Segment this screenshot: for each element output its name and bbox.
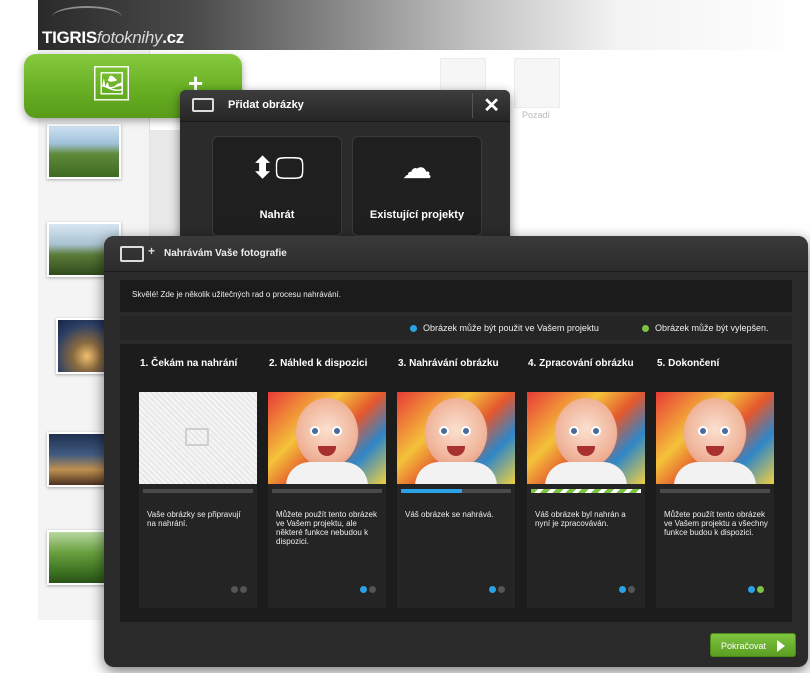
legend-label: Obrázek může být vylepšen. [655, 323, 769, 333]
tips-text: Skvělé! Zde je několik užitečných rad o … [132, 290, 342, 299]
step-text: Můžete použít tento obrázek ve Vašem pro… [664, 510, 768, 537]
step-text: Vaše obrázky se připravují na nahrání. [147, 510, 241, 528]
add-photos-dialog: Přidat obrázky ✕ ⬍🖵 Nahrát ☁ Existující … [180, 90, 510, 250]
image-icon [185, 428, 209, 446]
toolbar-ghost-item [514, 58, 560, 108]
legend-bar: Obrázek může být použit ve Vašem projekt… [120, 316, 792, 340]
plus-icon: + [148, 244, 156, 258]
brand-logo[interactable]: TIGRISfotoknihy.cz [42, 28, 184, 48]
logo-bold: TIGRIS [42, 28, 97, 47]
photos-icon: 🖼 [90, 65, 134, 103]
baby-photo [527, 392, 645, 484]
legend-item-enhanced: Obrázek může být vylepšen. [642, 323, 769, 333]
dialog-title: Přidat obrázky [228, 99, 304, 111]
step-text: Váš obrázek byl nahrán a nyní je zpracov… [535, 510, 626, 528]
play-arrow-icon [777, 640, 785, 652]
status-dot [757, 586, 764, 593]
green-dot-icon [642, 325, 649, 332]
status-dots [746, 580, 764, 598]
dialog-header: Přidat obrázky ✕ [180, 90, 510, 122]
baby-photo [268, 392, 386, 484]
existing-projects-label: Existující projekty [369, 209, 465, 221]
baby-photo [397, 392, 515, 484]
close-button[interactable]: ✕ [472, 93, 500, 118]
status-dot [748, 586, 755, 593]
progress-bar [272, 489, 382, 493]
progress-bar [531, 489, 641, 493]
progress-bar [660, 489, 770, 493]
status-dots [487, 580, 505, 598]
step-card: Můžete použít tento obrázek ve Vašem pro… [268, 392, 386, 608]
cloud-download-icon: ☁ [402, 152, 432, 185]
status-dots [617, 580, 635, 598]
upload-dialog: + Nahrávám Vaše fotografie Skvělé! Zde j… [104, 236, 808, 667]
legend-item-usable: Obrázek může být použit ve Vašem projekt… [410, 323, 599, 333]
step-card: Můžete použít tento obrázek ve Vašem pro… [656, 392, 774, 608]
status-dot [489, 586, 496, 593]
baby-photo [656, 392, 774, 484]
status-dots [358, 580, 376, 598]
tips-box: Skvělé! Zde je několik užitečných rad o … [120, 280, 792, 312]
step-title: 2. Náhled k dispozici [269, 358, 368, 369]
upload-dialog-title: Nahrávám Vaše fotografie [164, 248, 287, 259]
status-dots [229, 580, 247, 598]
logo-suffix: .cz [162, 28, 184, 47]
upload-option-button[interactable]: ⬍🖵 Nahrát [212, 136, 342, 236]
step-text: Váš obrázek se nahrává. [405, 510, 494, 519]
status-dot [231, 586, 238, 593]
existing-projects-button[interactable]: ☁ Existující projekty [352, 136, 482, 236]
photo-thumbnail[interactable] [47, 124, 121, 179]
photo-placeholder [139, 392, 257, 484]
step-title: 3. Nahrávání obrázku [398, 358, 499, 369]
tiger-logo-icon [52, 6, 122, 28]
step-text: Můžete použít tento obrázek ve Vašem pro… [276, 510, 377, 546]
status-dot [360, 586, 367, 593]
step-title: 4. Zpracování obrázku [528, 358, 634, 369]
continue-label: Pokračovat [721, 641, 767, 651]
progress-fill [401, 489, 462, 493]
page-strip [150, 130, 180, 240]
status-dot [498, 586, 505, 593]
photos-icon [192, 98, 214, 112]
step-title: 1. Čekám na nahrání [140, 358, 238, 369]
upload-option-label: Nahrát [259, 209, 295, 221]
status-dot [369, 586, 376, 593]
continue-button[interactable]: Pokračovat [710, 633, 796, 657]
legend-label: Obrázek může být použit ve Vašem projekt… [423, 323, 599, 333]
step-card: Vaše obrázky se připravují na nahrání. [139, 392, 257, 608]
logo-italic: fotoknihy [96, 28, 163, 47]
step-card: Váš obrázek se nahrává. [397, 392, 515, 608]
background-label: Pozadí [522, 110, 551, 120]
step-card: Váš obrázek byl nahrán a nyní je zpracov… [527, 392, 645, 608]
upload-dialog-header: + Nahrávám Vaše fotografie [104, 236, 808, 272]
photos-icon [120, 246, 144, 262]
upload-monitor-icon: ⬍🖵 [249, 152, 305, 185]
step-title: 5. Dokončení [657, 358, 720, 369]
status-dot [619, 586, 626, 593]
steps-area: 1. Čekám na nahrání 2. Náhled k dispozic… [120, 344, 792, 622]
progress-bar [401, 489, 511, 493]
blue-dot-icon [410, 325, 417, 332]
status-dot [628, 586, 635, 593]
progress-bar [143, 489, 253, 493]
status-dot [240, 586, 247, 593]
